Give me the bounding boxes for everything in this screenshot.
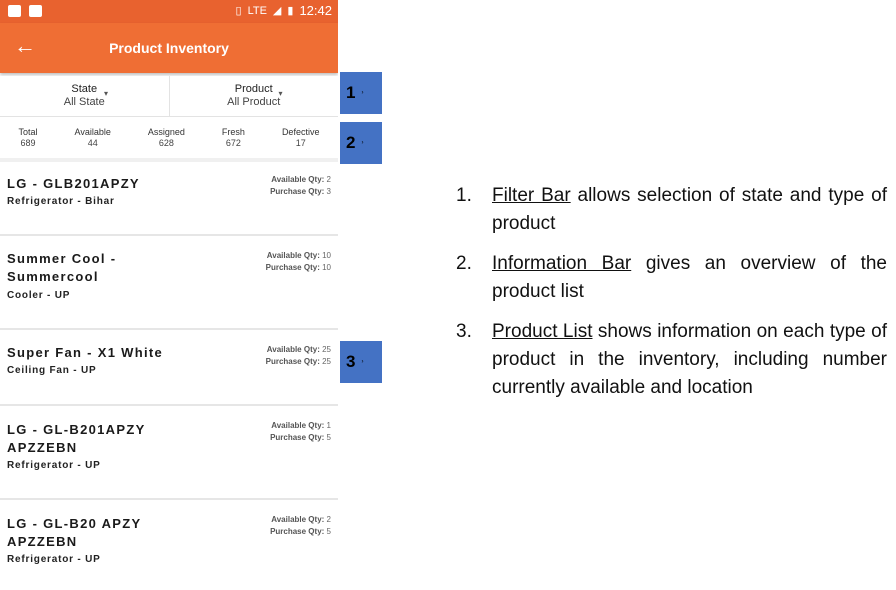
stat-total: Total 689 [19, 118, 38, 158]
stat-value: 17 [295, 138, 306, 148]
list-item[interactable]: LG - GL-B20 APZY APZZEBN Refrigerator - … [0, 500, 338, 590]
product-name: Summer Cool - Summercool [7, 251, 117, 284]
callout-marker-2: 2 › [340, 122, 382, 164]
signal-icon: ◢ [272, 5, 282, 17]
callout-marker-3: 3 › [340, 341, 382, 383]
product-name: Super Fan - X1 White [7, 345, 164, 360]
stat-defective: Defective 17 [282, 118, 320, 158]
callout-dot: › [361, 90, 364, 96]
stat-label: Available [74, 127, 111, 137]
page-title: Product Inventory [109, 40, 229, 56]
available-qty-value: 2 [326, 515, 331, 524]
state-filter-label: State [71, 83, 98, 95]
purchase-qty-label: Purchase Qty: [265, 263, 320, 272]
list-item[interactable]: LG - GLB201APZY Refrigerator - Bihar Ava… [0, 162, 338, 236]
product-location: Refrigerator - UP [7, 460, 101, 471]
available-qty-value: 1 [326, 421, 331, 430]
annotation-item: 2. Information Bar gives an overview of t… [456, 250, 887, 306]
purchase-qty-label: Purchase Qty: [265, 357, 320, 366]
phone-screen: ▯ LTE ◢ ▮ 12:42 ← Product Inventory Stat… [0, 0, 338, 590]
annotation-term: Product List [492, 321, 593, 342]
product-quantities: Available Qty: 25 Purchase Qty: 25 [266, 344, 331, 368]
annotation-list: 1. Filter Bar allows selection of state a… [456, 182, 887, 414]
purchase-qty-value: 25 [322, 357, 331, 366]
product-name: LG - GLB201APZY [7, 176, 140, 191]
annotation-number: 1. [456, 185, 472, 206]
purchase-qty-label: Purchase Qty: [270, 527, 325, 536]
callout-marker-1: 1 › [340, 72, 382, 114]
stat-label: Total [18, 127, 38, 137]
product-location: Refrigerator - UP [7, 554, 101, 565]
available-qty-value: 25 [322, 345, 331, 354]
message-notification-icon [29, 5, 42, 17]
stat-label: Fresh [221, 127, 245, 137]
filter-bar: State All State ▾ Product All Product ▾ [0, 76, 338, 117]
stat-label: Defective [281, 127, 320, 137]
product-name: LG - GL-B20 APZY APZZEBN [7, 516, 142, 549]
annotation-item: 3. Product List shows information on each… [456, 318, 887, 402]
product-name: LG - GL-B201APZY APZZEBN [7, 422, 146, 455]
available-qty-label: Available Qty: [271, 175, 325, 184]
annotation-term: Filter Bar [492, 185, 571, 206]
product-filter-dropdown[interactable]: Product All Product ▾ [168, 76, 339, 116]
status-bar: ▯ LTE ◢ ▮ 12:42 [0, 0, 338, 23]
purchase-qty-value: 5 [326, 433, 331, 442]
product-location: Ceiling Fan - UP [7, 365, 97, 376]
product-location: Cooler - UP [7, 290, 71, 301]
app-bar: ← Product Inventory [0, 23, 338, 73]
state-filter-dropdown[interactable]: State All State ▾ [0, 76, 169, 116]
clock: 12:42 [299, 3, 332, 18]
available-qty-label: Available Qty: [266, 345, 320, 354]
network-label: LTE [247, 4, 267, 17]
list-item[interactable]: Super Fan - X1 White Ceiling Fan - UP Av… [0, 330, 338, 406]
product-filter-label: Product [234, 83, 273, 95]
callout-dot: › [361, 140, 364, 146]
purchase-qty-label: Purchase Qty: [270, 433, 325, 442]
vibrate-icon: ▯ [235, 5, 242, 17]
chevron-down-icon: ▾ [104, 89, 109, 98]
annotation-term: Information Bar [492, 253, 632, 274]
image-notification-icon [8, 5, 21, 17]
available-qty-value: 10 [322, 251, 331, 260]
state-filter-value: All State [63, 96, 105, 108]
product-quantities: Available Qty: 2 Purchase Qty: 5 [270, 514, 331, 538]
callout-number: 3 [346, 352, 356, 371]
stat-available: Available 44 [75, 118, 111, 158]
product-quantities: Available Qty: 1 Purchase Qty: 5 [270, 420, 331, 444]
purchase-qty-value: 10 [322, 263, 331, 272]
purchase-qty-value: 5 [326, 527, 331, 536]
purchase-qty-value: 3 [326, 187, 331, 196]
available-qty-label: Available Qty: [271, 515, 325, 524]
stat-value: 628 [158, 138, 174, 148]
annotation-item: 1. Filter Bar allows selection of state a… [456, 182, 887, 238]
stat-fresh: Fresh 672 [222, 118, 245, 158]
stat-value: 44 [87, 138, 98, 148]
product-filter-value: All Product [227, 96, 281, 108]
available-qty-value: 2 [326, 175, 331, 184]
list-item[interactable]: LG - GL-B201APZY APZZEBN Refrigerator - … [0, 406, 338, 500]
callout-dot: › [361, 359, 364, 365]
available-qty-label: Available Qty: [266, 251, 320, 260]
information-bar: Total 689 Available 44 Assigned 628 Fres… [0, 118, 338, 162]
annotation-number: 3. [456, 321, 472, 342]
stat-value: 689 [20, 138, 36, 148]
product-quantities: Available Qty: 10 Purchase Qty: 10 [266, 250, 331, 274]
available-qty-label: Available Qty: [271, 421, 325, 430]
product-location: Refrigerator - Bihar [7, 196, 115, 207]
purchase-qty-label: Purchase Qty: [270, 187, 325, 196]
callout-number: 2 [346, 133, 356, 152]
list-item[interactable]: Summer Cool - Summercool Cooler - UP Ava… [0, 236, 338, 330]
stat-assigned: Assigned 628 [148, 118, 185, 158]
stat-label: Assigned [147, 127, 185, 137]
battery-icon: ▮ [287, 5, 294, 17]
chevron-down-icon: ▾ [278, 89, 283, 98]
annotation-number: 2. [456, 253, 472, 274]
stat-value: 672 [225, 138, 241, 148]
product-quantities: Available Qty: 2 Purchase Qty: 3 [270, 174, 331, 198]
callout-number: 1 [346, 83, 356, 102]
